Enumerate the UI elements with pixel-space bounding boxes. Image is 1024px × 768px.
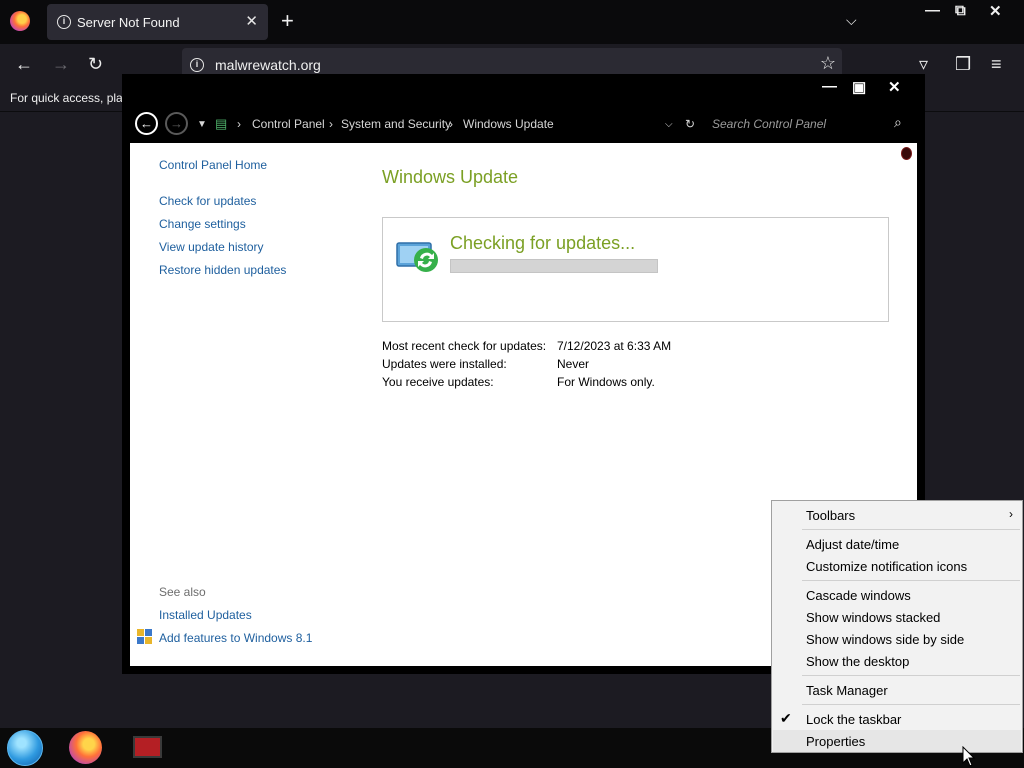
refresh-icon[interactable]: ↻ — [685, 117, 695, 131]
tab-title: Server Not Found — [77, 15, 180, 30]
address-history-chevron-icon[interactable]: ⌵ — [665, 119, 673, 130]
firefox-taskbar-icon[interactable] — [69, 731, 102, 764]
control-panel-icon: ▤ — [215, 116, 228, 131]
breadcrumb-control-panel[interactable]: Control Panel — [252, 117, 325, 131]
app-taskbar-icon[interactable] — [133, 736, 162, 758]
site-info-icon[interactable]: i — [190, 58, 204, 72]
url-text[interactable]: malwrewatch.org — [215, 57, 321, 73]
bookmarks-hint-text: For quick access, plac — [10, 91, 129, 105]
info-icon: i — [57, 15, 71, 29]
close-window-icon[interactable]: ✕ — [989, 2, 1002, 20]
breadcrumb-separator-icon: › — [329, 117, 333, 131]
breadcrumb-windows-update[interactable]: Windows Update — [463, 117, 554, 131]
info-label: You receive updates: — [382, 375, 494, 389]
maximize-icon[interactable]: ▣ — [852, 78, 866, 96]
forward-arrow-icon[interactable]: → — [52, 54, 70, 75]
menu-item-label: Toolbars — [806, 508, 856, 523]
back-arrow-icon[interactable]: ← — [15, 54, 33, 75]
view-update-history-link[interactable]: View update history — [159, 240, 264, 254]
menu-item-label: Customize notification icons — [806, 559, 968, 574]
close-tab-icon[interactable]: ✕ — [245, 12, 258, 30]
pocket-icon[interactable]: ▿ — [919, 54, 928, 75]
breadcrumb-separator-icon: › — [449, 117, 453, 131]
windows-features-icon — [137, 629, 152, 644]
change-settings-link[interactable]: Change settings — [159, 217, 246, 231]
restore-icon[interactable]: ⧉ — [955, 2, 966, 19]
new-tab-button[interactable]: + — [281, 9, 294, 33]
forward-button[interactable]: → — [165, 112, 188, 135]
info-row-receive: You receive updates: For Windows only. — [382, 375, 655, 389]
menu-item-adjust-date-time[interactable]: Adjust date/time — [773, 533, 1021, 555]
reload-icon[interactable]: ↻ — [88, 54, 103, 75]
taskbar-context-menu: Toolbars › Adjust date/time Customize no… — [771, 500, 1023, 753]
search-input[interactable]: Search Control Panel — [712, 117, 826, 131]
menu-item-show-windows-stacked[interactable]: Show windows stacked — [773, 606, 1021, 628]
info-label: Most recent check for updates: — [382, 339, 547, 353]
minimize-icon[interactable]: — — [822, 78, 837, 95]
restore-hidden-updates-link[interactable]: Restore hidden updates — [159, 263, 286, 277]
add-features-link[interactable]: Add features to Windows 8.1 — [159, 631, 312, 645]
installed-updates-link[interactable]: Installed Updates — [159, 608, 252, 622]
menu-item-lock-taskbar[interactable]: ✔ Lock the taskbar — [773, 708, 1021, 730]
menu-item-label: Cascade windows — [806, 588, 911, 603]
menu-item-label: Lock the taskbar — [806, 712, 902, 727]
info-value: For Windows only. — [557, 375, 655, 389]
chevron-down-icon[interactable]: ⌵ — [846, 12, 857, 29]
menu-item-task-manager[interactable]: Task Manager — [773, 679, 1021, 701]
info-value: Never — [557, 357, 590, 371]
see-also-label: See also — [159, 585, 206, 599]
menu-separator — [802, 580, 1020, 581]
menu-item-label: Properties — [806, 734, 866, 749]
mouse-cursor-icon — [962, 746, 976, 767]
minimize-icon[interactable]: — — [925, 2, 940, 19]
update-progress-bar — [450, 259, 658, 273]
menu-item-label: Adjust date/time — [806, 537, 900, 552]
menu-item-label: Show windows side by side — [806, 632, 965, 647]
menu-separator — [802, 704, 1020, 705]
info-value: 7/12/2023 at 6:33 AM — [557, 339, 672, 353]
update-status-text: Checking for updates... — [450, 233, 636, 253]
update-status-box: Checking for updates... — [382, 217, 889, 322]
bookmark-star-icon[interactable]: ☆ — [820, 53, 836, 74]
browser-tab[interactable]: i Server Not Found ✕ — [47, 4, 268, 40]
menu-separator — [802, 675, 1020, 676]
menu-item-toolbars[interactable]: Toolbars › — [773, 504, 1021, 526]
control-panel-home-link[interactable]: Control Panel Home — [159, 158, 267, 172]
extensions-icon[interactable]: ❒ — [955, 54, 971, 75]
info-label: Updates were installed: — [382, 357, 507, 371]
breadcrumb-separator-icon: › — [237, 117, 241, 131]
menu-item-cascade-windows[interactable]: Cascade windows — [773, 584, 1021, 606]
help-icon[interactable] — [901, 147, 912, 160]
address-bar: ← → ▼ ▤ › Control Panel › System and Sec… — [122, 104, 925, 143]
info-row-last-check: Most recent check for updates: 7/12/2023… — [382, 339, 671, 353]
breadcrumb-system-security[interactable]: System and Security — [341, 117, 451, 131]
menu-item-label: Show the desktop — [806, 654, 910, 669]
search-icon[interactable]: ⌕ — [894, 114, 902, 131]
menu-item-label: Show windows stacked — [806, 610, 941, 625]
windows-update-icon — [396, 240, 442, 274]
window-title-bar[interactable]: — ▣ ✕ — [122, 74, 925, 104]
menu-separator — [802, 529, 1020, 530]
submenu-arrow-icon: › — [1009, 507, 1013, 521]
menu-item-customize-notification-icons[interactable]: Customize notification icons — [773, 555, 1021, 577]
menu-item-show-desktop[interactable]: Show the desktop — [773, 650, 1021, 672]
checkmark-icon: ✔ — [780, 710, 792, 726]
menu-icon[interactable]: ≡ — [991, 54, 1002, 75]
browser-tab-bar: i Server Not Found ✕ + ⌵ — ⧉ ✕ — [0, 0, 1024, 44]
menu-item-label: Task Manager — [806, 683, 888, 698]
check-for-updates-link[interactable]: Check for updates — [159, 194, 256, 208]
info-row-installed: Updates were installed: Never — [382, 357, 589, 371]
menu-item-properties[interactable]: Properties — [773, 730, 1021, 752]
page-title: Windows Update — [382, 167, 519, 187]
close-window-icon[interactable]: ✕ — [888, 78, 901, 96]
menu-item-show-windows-side-by-side[interactable]: Show windows side by side — [773, 628, 1021, 650]
recent-pages-icon[interactable]: ▼ — [197, 119, 207, 130]
start-button[interactable] — [7, 730, 43, 766]
back-button[interactable]: ← — [135, 112, 158, 135]
firefox-logo-icon[interactable] — [10, 11, 30, 31]
